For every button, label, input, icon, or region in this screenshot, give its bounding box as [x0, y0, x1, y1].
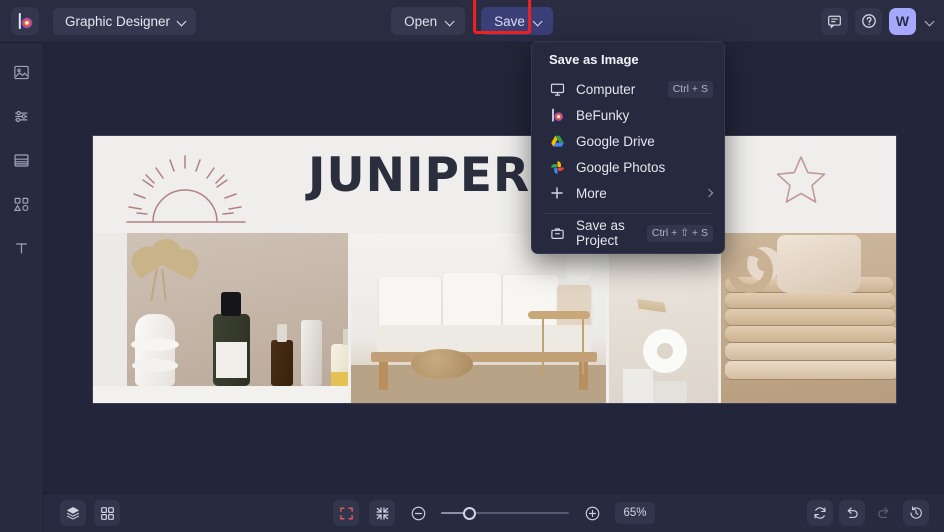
layers-icon[interactable] [60, 500, 86, 526]
sunrise-illustration [115, 150, 265, 226]
stacked-plates-photo[interactable] [721, 233, 896, 403]
topbar-center-actions: Open Save [391, 7, 553, 35]
save-dropdown-menu[interactable]: Save as Image Computer Ctrl + S [531, 41, 725, 254]
canvas-workspace[interactable]: JUNIPER [44, 43, 944, 493]
chevron-down-icon [533, 17, 542, 26]
minus-circle-icon[interactable] [405, 500, 431, 526]
expand-frame-icon[interactable] [333, 500, 359, 526]
plus-circle-icon[interactable] [579, 500, 605, 526]
chat-bubble-icon[interactable] [821, 8, 848, 35]
workspace-selector[interactable]: Graphic Designer [53, 8, 196, 35]
menu-item-google-drive-label: Google Drive [576, 134, 713, 149]
star-illustration [773, 152, 829, 208]
menu-item-computer[interactable]: Computer Ctrl + S [532, 76, 724, 102]
chevron-down-icon [177, 17, 186, 26]
save-button-wrapper: Save [481, 7, 553, 35]
plus-icon [549, 185, 565, 201]
menu-item-google-drive[interactable]: Google Drive [532, 128, 724, 154]
topbar-right-actions: W [821, 8, 934, 35]
save-button-label: Save [494, 14, 525, 29]
open-button-label: Open [404, 14, 437, 29]
befunky-logo-icon[interactable] [11, 7, 39, 35]
menu-item-computer-label: Computer [576, 82, 657, 97]
refresh-icon[interactable] [807, 500, 833, 526]
zoom-slider-handle[interactable] [463, 507, 476, 520]
vanity-bottles-photo[interactable] [93, 233, 348, 403]
workspace-selector-label: Graphic Designer [65, 14, 170, 29]
menu-item-more-label: More [576, 186, 695, 201]
menu-item-more[interactable]: More [532, 180, 724, 206]
menu-item-save-as-project-shortcut: Ctrl + ⇧ + S [647, 225, 713, 242]
chevron-down-icon [445, 17, 454, 26]
history-clock-icon[interactable] [903, 500, 929, 526]
donut-vase-photo[interactable] [609, 233, 718, 403]
avatar[interactable]: W [889, 8, 916, 35]
save-menu-title: Save as Image [532, 51, 724, 76]
menu-item-google-photos-label: Google Photos [576, 160, 713, 175]
canvas-headline: JUNIPER [308, 148, 530, 203]
menu-item-computer-shortcut: Ctrl + S [668, 81, 713, 98]
sidebar-item-text[interactable] [7, 233, 37, 263]
bottombar-left-actions [60, 500, 120, 526]
grid-squares-icon[interactable] [94, 500, 120, 526]
bottom-bar: 65% [44, 493, 944, 532]
top-bar: Graphic Designer Open Save [0, 0, 944, 43]
undo-arrow-icon[interactable] [839, 500, 865, 526]
canvas-photo-strip [93, 233, 896, 403]
avatar-initial: W [896, 13, 909, 29]
chevron-down-icon[interactable] [925, 17, 934, 26]
menu-item-save-as-project-label: Save as Project [576, 218, 636, 248]
sidebar-item-graphics[interactable] [7, 189, 37, 219]
monitor-icon [549, 81, 565, 97]
design-canvas[interactable]: JUNIPER [93, 136, 896, 403]
menu-item-google-photos[interactable]: Google Photos [532, 154, 724, 180]
question-circle-icon[interactable] [855, 8, 882, 35]
menu-item-befunky[interactable]: BeFunky [532, 102, 724, 128]
sofa-living-room-photo[interactable] [351, 233, 606, 403]
canvas-header-band: JUNIPER [93, 136, 896, 233]
open-button[interactable]: Open [391, 7, 465, 35]
collapse-frame-icon[interactable] [369, 500, 395, 526]
sidebar-item-edit[interactable] [7, 101, 37, 131]
zoom-slider[interactable] [441, 506, 569, 520]
left-sidebar [0, 43, 44, 532]
befunky-logo-icon [549, 107, 565, 123]
zoom-controls: 65% [333, 500, 655, 526]
menu-item-befunky-label: BeFunky [576, 108, 713, 123]
google-drive-icon [549, 133, 565, 149]
briefcase-icon [549, 225, 565, 241]
sidebar-item-image[interactable] [7, 57, 37, 87]
google-photos-icon [549, 159, 565, 175]
chevron-right-icon [706, 190, 713, 197]
bottombar-right-actions [807, 500, 929, 526]
sidebar-item-layout[interactable] [7, 145, 37, 175]
menu-item-save-as-project[interactable]: Save as Project Ctrl + ⇧ + S [532, 220, 724, 246]
save-button[interactable]: Save [481, 7, 553, 35]
zoom-level-value[interactable]: 65% [615, 502, 655, 524]
menu-divider [544, 213, 712, 214]
redo-arrow-icon[interactable] [871, 500, 897, 526]
